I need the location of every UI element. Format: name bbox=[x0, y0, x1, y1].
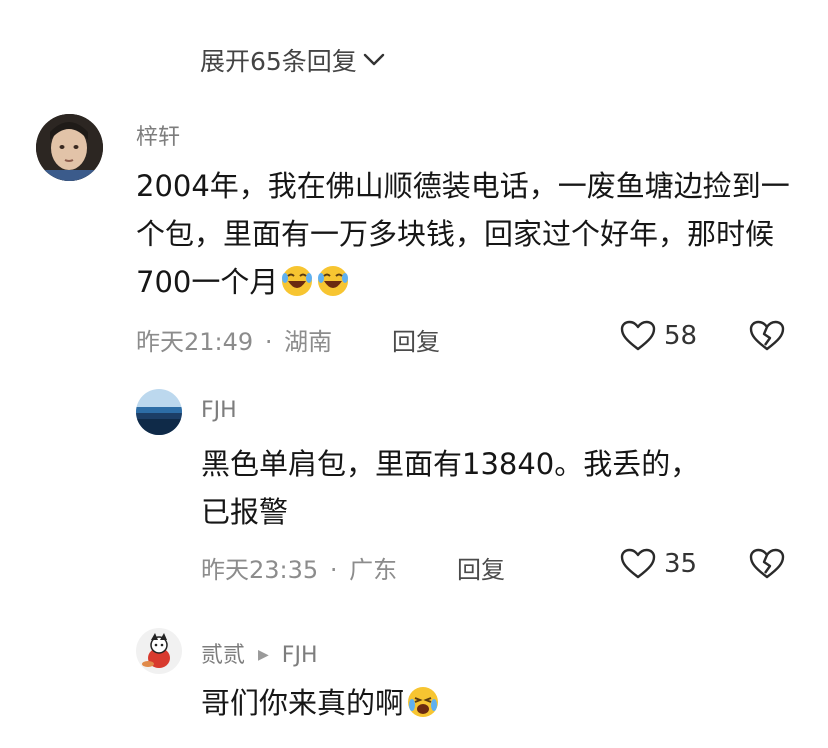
comment-text-content: 哥们你来真的啊 bbox=[201, 686, 405, 720]
like-count: 58 bbox=[664, 321, 698, 351]
avatar-photo bbox=[36, 114, 103, 181]
broken-heart-icon bbox=[749, 548, 785, 579]
meta-separator: · bbox=[264, 328, 273, 356]
like-button[interactable]: 35 bbox=[620, 548, 697, 580]
expand-replies-button[interactable]: 展开65条回复 bbox=[200, 42, 385, 78]
broken-heart-icon bbox=[749, 320, 785, 351]
comment-time: 昨天21:49 bbox=[136, 328, 254, 356]
dislike-button[interactable] bbox=[749, 548, 785, 580]
comment-username[interactable]: FJH bbox=[201, 398, 237, 423]
avatar[interactable] bbox=[136, 628, 182, 674]
comment-text: 黑色单肩包，里面有13840。我丢的， 已报警 bbox=[201, 440, 801, 536]
chevron-down-icon bbox=[363, 53, 385, 66]
expand-replies-label: 展开65条回复 bbox=[200, 47, 357, 76]
reply-header: 贰贰 ▶ FJH bbox=[201, 637, 317, 669]
comment-username[interactable]: 贰贰 bbox=[201, 643, 245, 668]
reply-arrow-icon: ▶ bbox=[258, 647, 269, 663]
comment-meta: 昨天23:35 · 广东 bbox=[201, 550, 397, 585]
heart-icon bbox=[620, 320, 656, 351]
comment-text: 哥们你来真的啊 bbox=[201, 679, 801, 727]
meta-separator: · bbox=[329, 556, 338, 584]
like-button[interactable]: 58 bbox=[620, 320, 697, 352]
reply-button[interactable]: 回复 bbox=[457, 550, 505, 585]
comment-time: 昨天23:35 bbox=[201, 556, 319, 584]
comment-text-line: 已报警 bbox=[201, 495, 289, 529]
avatar-photo bbox=[136, 389, 182, 435]
avatar-photo bbox=[136, 628, 182, 674]
comment-meta: 昨天21:49 · 湖南 bbox=[136, 322, 332, 357]
comment-location: 湖南 bbox=[284, 328, 333, 356]
comment-location: 广东 bbox=[349, 556, 398, 584]
like-count: 35 bbox=[664, 549, 698, 579]
reply-to-username[interactable]: FJH bbox=[282, 643, 318, 668]
comment-text: 2004年，我在佛山顺德装电话，一废鱼塘边捡到一个包，里面有一万多块钱，回家过个… bbox=[136, 162, 806, 306]
comment-text-line: 黑色单肩包，里面有13840。我丢的， bbox=[201, 447, 700, 481]
laugh-cry-emoji-icon bbox=[316, 264, 350, 298]
reply-button[interactable]: 回复 bbox=[392, 322, 440, 357]
comment-text-content: 2004年，我在佛山顺德装电话，一废鱼塘边捡到一个包，里面有一万多块钱，回家过个… bbox=[136, 169, 790, 299]
laugh-cry-emoji-icon bbox=[280, 264, 314, 298]
dislike-button[interactable] bbox=[749, 320, 785, 352]
avatar[interactable] bbox=[36, 114, 103, 181]
comment-username[interactable]: 梓轩 bbox=[136, 119, 180, 151]
avatar[interactable] bbox=[136, 389, 182, 435]
laugh-tears-emoji-icon bbox=[406, 685, 440, 719]
heart-icon bbox=[620, 548, 656, 579]
